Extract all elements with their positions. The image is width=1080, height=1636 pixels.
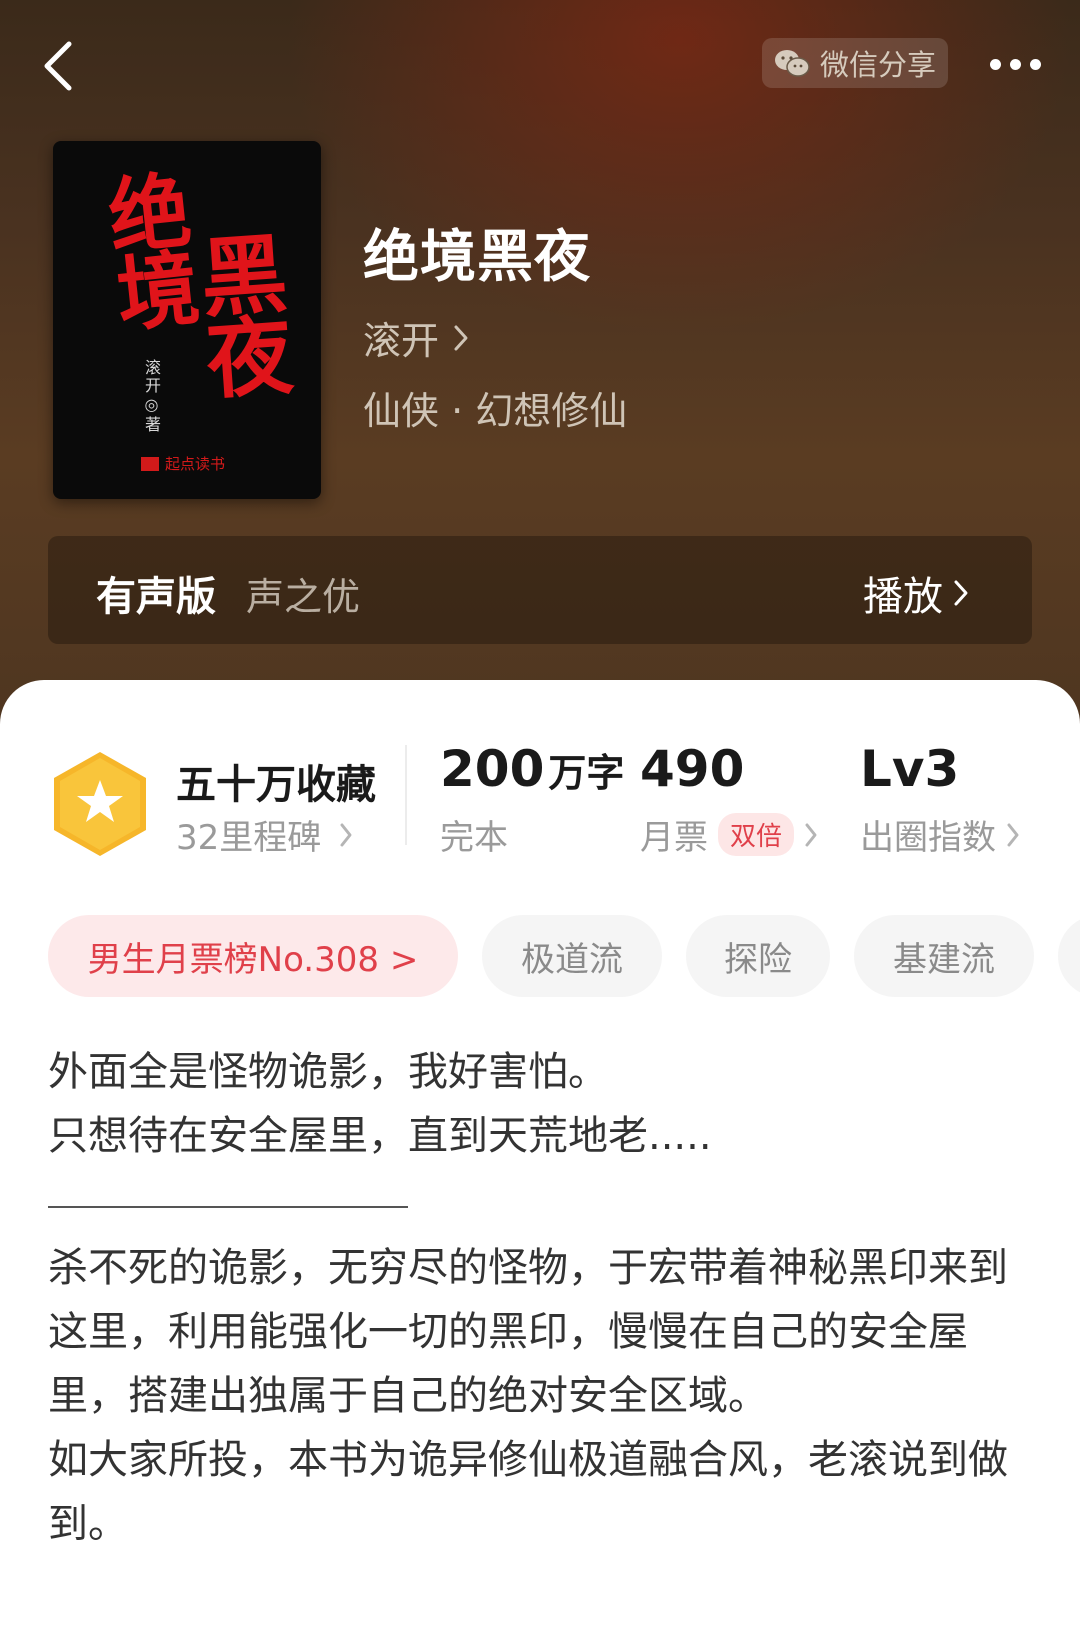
popularity-index-label: 出圈指数 [860, 818, 996, 858]
collection-count: 五十万收藏 [176, 762, 376, 808]
double-badge: 双倍 [718, 813, 795, 856]
completion-status: 完本 [440, 818, 508, 858]
ranking-tag[interactable]: 男生月票榜No.308 > [48, 915, 458, 997]
publisher-logo-icon [141, 456, 159, 471]
popularity-level-value: Lv3 [860, 740, 960, 798]
audiobook-play-button[interactable]: 播放 [863, 564, 969, 622]
synopsis-intro-line: 只想待在安全屋里，直到天荒地老..... [48, 1113, 712, 1159]
tag-chip-overflow[interactable] [1058, 915, 1080, 997]
book-title: 绝境黑夜 [363, 224, 591, 290]
author-link[interactable]: 滚开 [363, 310, 469, 365]
word-count-value: 200 [440, 740, 545, 798]
cover-publisher: 起点读书 [141, 453, 225, 474]
book-genre: 仙侠 · 幻想修仙 [363, 389, 628, 433]
star-hexagon-icon [54, 752, 146, 856]
tag-list: 男生月票榜No.308 > 极道流 探险 基建流 [48, 915, 1080, 999]
synopsis-divider [48, 1206, 408, 1208]
chevron-right-icon [954, 580, 968, 606]
audiobook-bar[interactable]: 有声版 声之优 播放 [48, 536, 1032, 644]
back-button[interactable] [30, 38, 86, 94]
milestone-label: 32里程碑 [176, 818, 322, 858]
cover-brand-text: 起点读书 [165, 455, 226, 473]
audiobook-narrator: 声之优 [246, 575, 361, 619]
play-label: 播放 [863, 574, 943, 620]
book-cover[interactable]: 绝境 黑夜 滚开◎著 起点读书 [53, 141, 321, 499]
synopsis-body: 杀不死的诡影，无穷尽的怪物，于宏带着神秘黑印来到这里，利用能强化一切的黑印，慢慢… [48, 1245, 1008, 1419]
more-options-button[interactable] [975, 40, 1055, 88]
monthly-tickets-label: 月票 [640, 818, 708, 858]
stats-divider [405, 745, 407, 845]
tag-chip[interactable]: 基建流 [854, 915, 1034, 997]
cover-title-line2: 黑夜 [182, 227, 295, 399]
audiobook-label: 有声版 [96, 574, 216, 620]
word-count-unit: 万字 [548, 751, 625, 795]
chevron-right-icon [805, 823, 817, 846]
wechat-share-button[interactable]: 微信分享 [762, 38, 948, 88]
tag-chip[interactable]: 探险 [686, 915, 830, 997]
author-name: 滚开 [363, 319, 440, 363]
share-label: 微信分享 [819, 48, 936, 82]
back-arrow-icon [44, 41, 72, 91]
top-navigation-bar: 微信分享 [0, 0, 1080, 130]
chevron-right-icon [340, 823, 352, 846]
more-dots-icon [989, 58, 1001, 70]
chevron-right-icon [1007, 823, 1019, 846]
cover-author: 滚开◎著 [142, 359, 161, 434]
cover-title-line1: 绝境 [90, 166, 202, 332]
synopsis-intro-line: 外面全是怪物诡影，我好害怕。 [48, 1049, 608, 1095]
wechat-icon [774, 50, 810, 77]
book-synopsis: 外面全是怪物诡影，我好害怕。 只想待在安全屋里，直到天荒地老..... 杀不死的… [48, 1040, 1008, 1556]
milestone-link[interactable]: 32里程碑 [176, 810, 353, 859]
popularity-index-link[interactable]: 出圈指数 [860, 810, 1020, 859]
chevron-right-icon [454, 325, 468, 350]
synopsis-closing: 如大家所投，本书为诡异修仙极道融合风，老滚说到做到。 [48, 1437, 1008, 1547]
word-count: 200 万字 [440, 740, 624, 798]
monthly-tickets-link[interactable]: 月票 双倍 [640, 810, 818, 859]
tag-chip[interactable]: 极道流 [482, 915, 662, 997]
monthly-tickets-value: 490 [640, 740, 745, 798]
